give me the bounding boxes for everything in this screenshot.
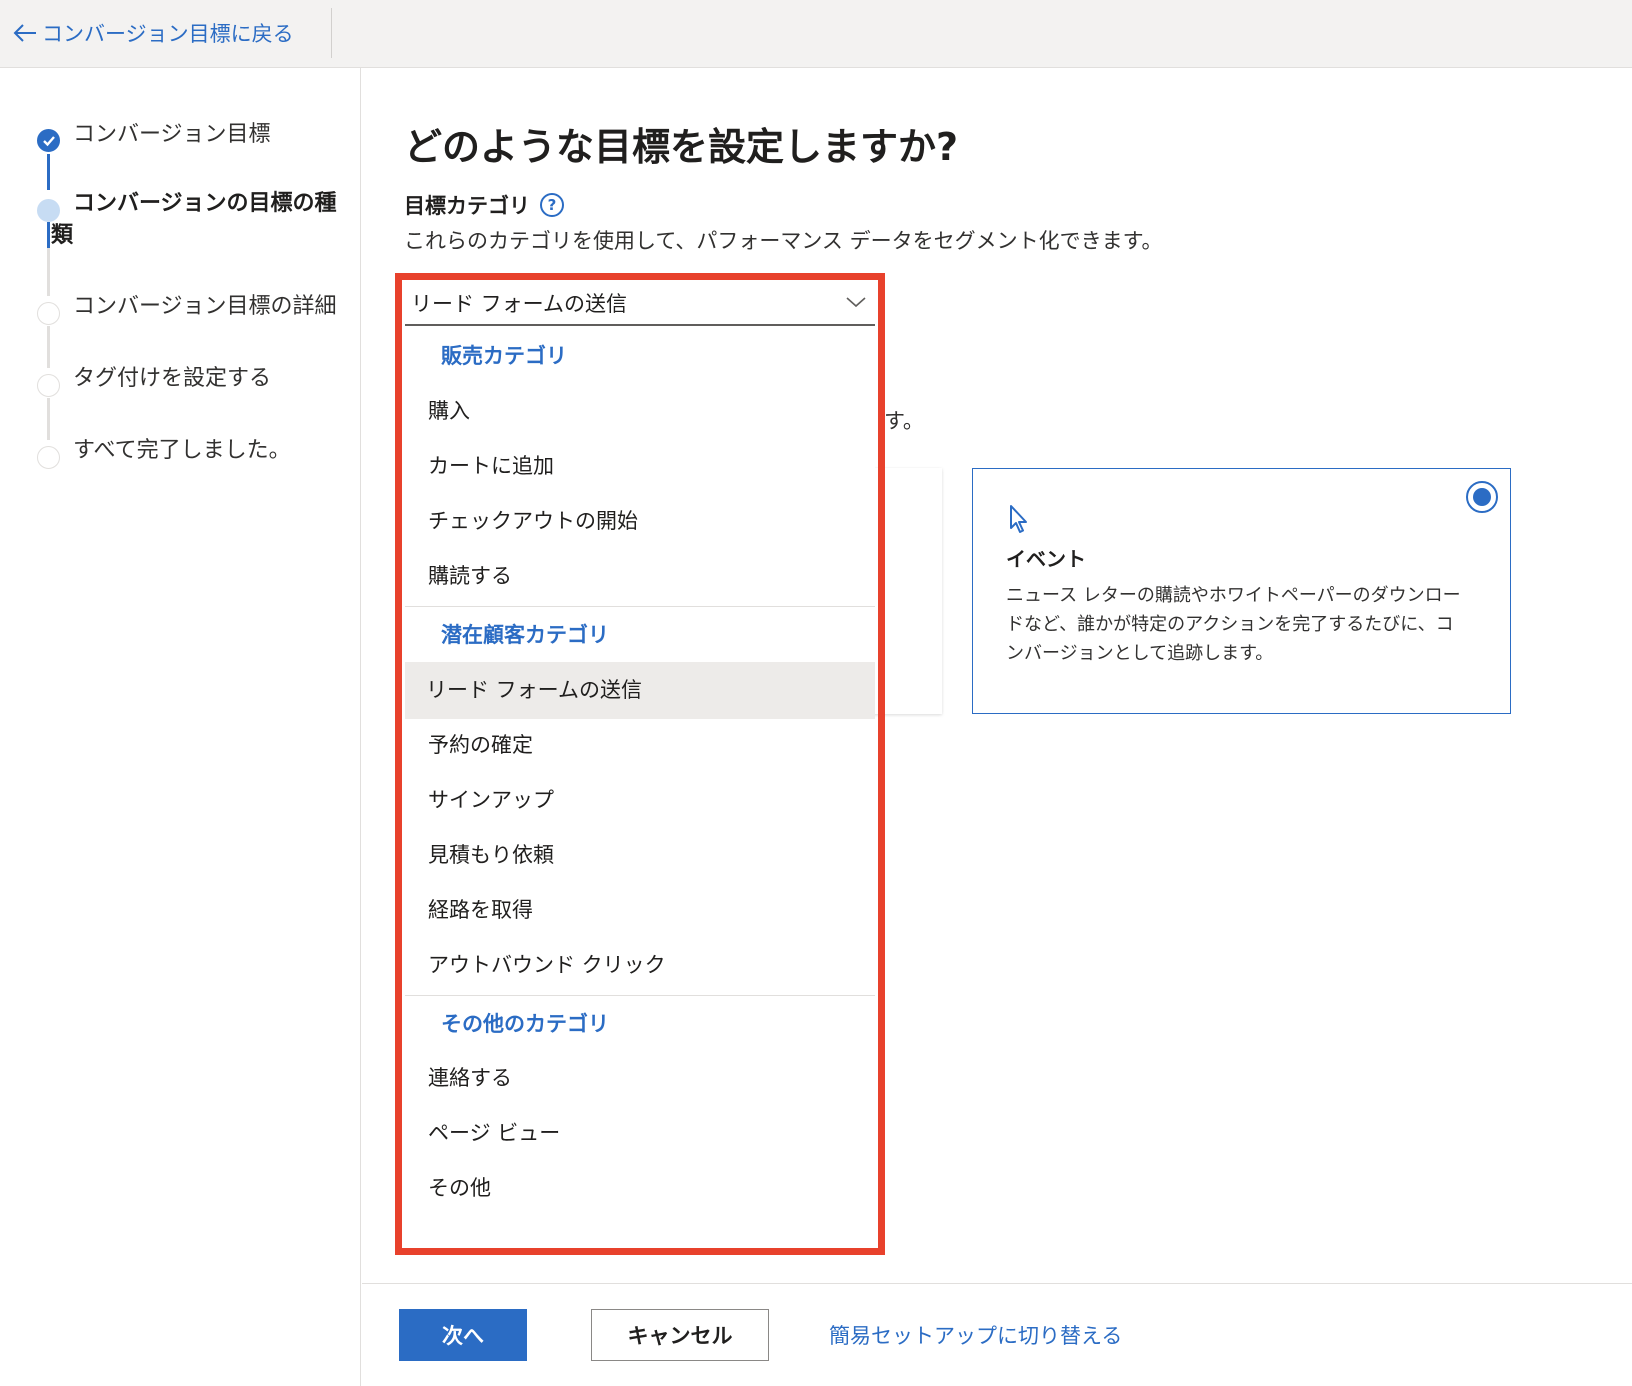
back-link-label: コンバージョン目標に戻る: [42, 22, 294, 46]
menu-item[interactable]: 見積もり依頼: [405, 827, 875, 884]
chevron-down-icon: [846, 297, 866, 308]
menu-group-header: 販売カテゴリ: [441, 344, 567, 368]
step-current-icon: [37, 199, 60, 222]
radio-dot: [1473, 488, 1491, 506]
step-connector: [47, 222, 50, 248]
step-goal-details[interactable]: コンバージョン目標の詳細: [73, 291, 337, 323]
menu-item[interactable]: 連絡する: [405, 1050, 875, 1107]
dropdown-value: リード フォームの送信: [411, 292, 628, 316]
step-conversion-goal[interactable]: コンバージョン目標: [73, 119, 271, 151]
category-description: これらのカテゴリを使用して、パフォーマンス データをセグメント化できます。: [404, 229, 1163, 253]
footer-divider: [362, 1283, 1632, 1284]
step-goal-type-wrap: 類: [51, 223, 74, 248]
event-card[interactable]: イベント ニュース レターの購読やホワイトペーパーのダウンロードなど、誰かが特定…: [972, 468, 1511, 714]
step-pending-icon: [37, 302, 60, 325]
top-bar: コンバージョン目標に戻る: [0, 0, 1632, 68]
cursor-icon: [1010, 505, 1027, 533]
menu-item[interactable]: 購入: [405, 383, 875, 440]
step-connector: [47, 154, 50, 190]
event-card-title: イベント: [1006, 547, 1086, 571]
category-dropdown[interactable]: リード フォームの送信: [405, 282, 875, 326]
menu-item[interactable]: ページ ビュー: [405, 1105, 875, 1162]
menu-item[interactable]: その他: [405, 1160, 875, 1217]
step-connector: [47, 248, 50, 296]
category-label: 目標カテゴリ ?: [404, 190, 564, 220]
step-pending-icon: [37, 374, 60, 397]
step-connector: [47, 326, 50, 368]
step-pending-icon: [37, 446, 60, 469]
obscured-text: す。: [884, 409, 924, 433]
divider: [331, 8, 332, 58]
page-title: どのような目標を設定しますか?: [404, 125, 959, 169]
arrow-left-icon: [13, 24, 36, 42]
menu-group-header: その他のカテゴリ: [441, 1012, 609, 1036]
step-connector: [47, 398, 50, 440]
menu-item[interactable]: チェックアウトの開始: [405, 493, 875, 550]
menu-item[interactable]: アウトバウンド クリック: [405, 937, 875, 994]
category-label-text: 目標カテゴリ: [404, 194, 530, 218]
event-radio[interactable]: [1466, 481, 1498, 513]
menu-item[interactable]: 予約の確定: [405, 717, 875, 774]
back-link[interactable]: コンバージョン目標に戻る: [12, 18, 294, 48]
menu-item[interactable]: 経路を取得: [405, 882, 875, 939]
check-icon: [37, 129, 60, 152]
help-icon[interactable]: ?: [540, 193, 564, 217]
step-goal-type[interactable]: コンバージョンの目標の種: [73, 188, 337, 220]
next-button[interactable]: 次へ: [399, 1309, 527, 1361]
menu-item[interactable]: 購読する: [405, 548, 875, 605]
menu-item-selected[interactable]: リード フォームの送信: [405, 662, 875, 719]
cancel-button[interactable]: キャンセル: [591, 1309, 769, 1361]
switch-simple-setup-link[interactable]: 簡易セットアップに切り替える: [829, 1320, 1122, 1350]
dropdown-menu: 販売カテゴリ 購入 カートに追加 チェックアウトの開始 購読する 潜在顧客カテゴ…: [405, 328, 875, 1248]
wizard-steps: コンバージョン目標 コンバージョンの目標の種 類 コンバージョン目標の詳細 タグ…: [0, 68, 361, 1386]
menu-item[interactable]: サインアップ: [405, 772, 875, 829]
step-tagging[interactable]: タグ付けを設定する: [73, 363, 271, 395]
main-content: どのような目標を設定しますか? 目標カテゴリ ? これらのカテゴリを使用して、パ…: [362, 68, 1632, 1386]
event-card-description: ニュース レターの購読やホワイトペーパーのダウンロードなど、誰かが特定のアクショ…: [1006, 585, 1461, 664]
menu-group-header: 潜在顧客カテゴリ: [441, 623, 609, 647]
menu-item[interactable]: カートに追加: [405, 438, 875, 495]
step-complete[interactable]: すべて完了しました。: [73, 435, 291, 467]
